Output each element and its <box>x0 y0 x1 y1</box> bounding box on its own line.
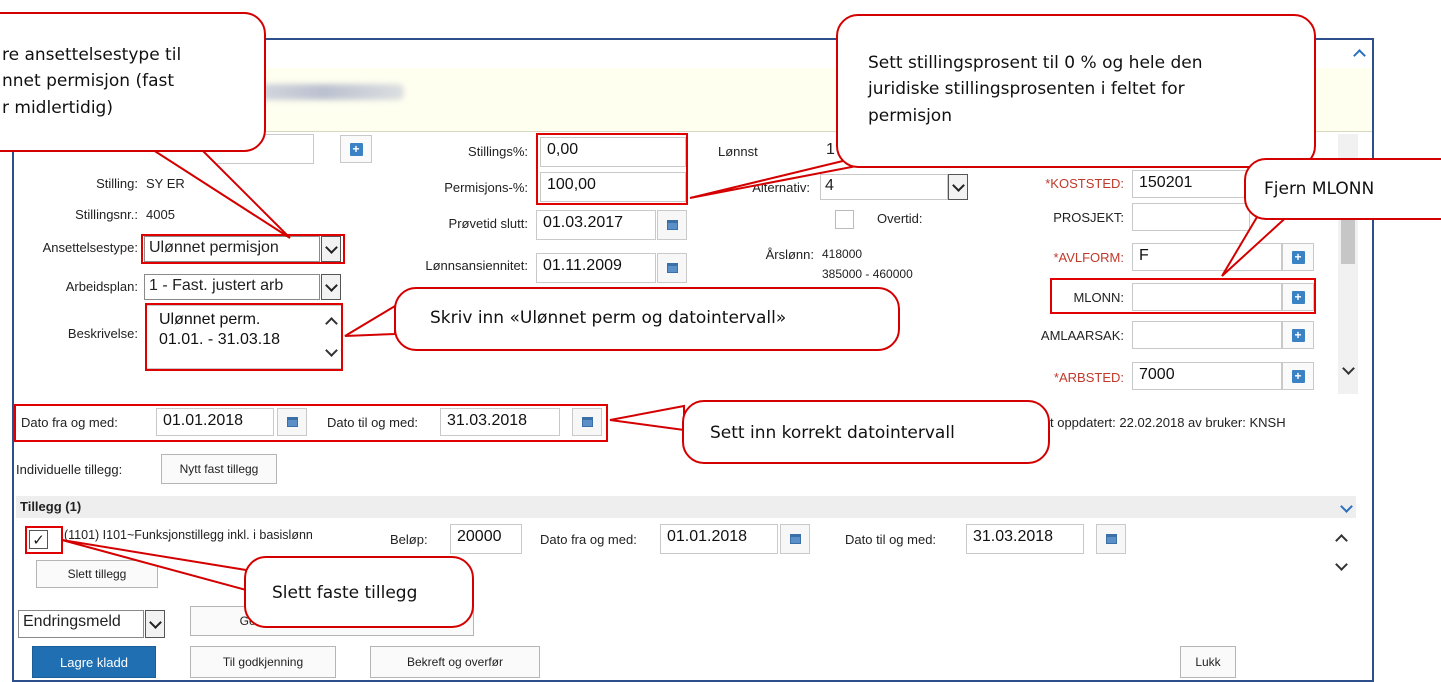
highlight-stillingsprosent <box>536 133 688 205</box>
callout-datointervall: Sett inn korrekt datointervall <box>682 400 1050 464</box>
tillegg-section-header[interactable]: Tillegg (1) <box>16 496 1356 518</box>
chevron-down-icon[interactable] <box>948 174 968 200</box>
arbsted-lookup-button[interactable]: + <box>1282 362 1314 390</box>
endringsmelding-select[interactable]: Endringsmeld <box>18 610 144 638</box>
tillegg-fra-label: Dato fra og med: <box>540 532 637 547</box>
koststed-input[interactable]: 150201 <box>1132 170 1250 198</box>
plus-icon: + <box>1291 250 1305 264</box>
plus-icon: + <box>1291 369 1305 383</box>
bekreft-overfor-button[interactable]: Bekreft og overfør <box>370 646 540 678</box>
stillingsnr-label: Stillingsnr.: <box>75 207 138 222</box>
lonnsansiennitet-label: Lønnsansiennitet: <box>425 258 528 273</box>
chevron-down-icon[interactable] <box>1340 502 1352 514</box>
callout-slett-faste-text: Slett faste tillegg <box>272 583 418 603</box>
overtid-checkbox[interactable] <box>835 210 854 229</box>
highlight-ansettelsestype <box>141 234 345 264</box>
callout-stillingsprosent-line-2: juridiske stillingsprosenten i feltet fo… <box>868 79 1185 100</box>
lonnstrinn-value: 1 <box>826 141 835 158</box>
callout-ansettelsestype-line-2: nnet permisjon (fast <box>2 71 175 92</box>
callout-beskrivelse: Skriv inn «Ulønnet perm og datointervall… <box>394 287 900 351</box>
lukk-button[interactable]: Lukk <box>1180 646 1236 678</box>
koststed-label: *KOSTSTED: <box>1045 176 1124 191</box>
belop-label: Beløp: <box>390 532 428 547</box>
highlight-tillegg-checkbox <box>25 526 63 554</box>
stilling-value: SY ER <box>146 176 185 191</box>
provetid-input[interactable]: 01.03.2017 <box>536 210 656 240</box>
calendar-icon[interactable] <box>1096 524 1126 554</box>
lagre-kladd-button[interactable]: Lagre kladd <box>32 646 156 678</box>
individuelle-tillegg-label: Individuelle tillegg: <box>16 462 123 477</box>
scroll-up-icon[interactable] <box>1335 531 1347 543</box>
amlaarsak-input[interactable] <box>1132 321 1282 349</box>
til-godkjenning-button[interactable]: Til godkjenning <box>190 646 336 678</box>
highlight-mlonn <box>1050 278 1316 314</box>
lonnstrinn-label: Lønnst <box>718 144 758 159</box>
employee-lookup-button[interactable]: + <box>340 135 372 163</box>
arbeidsplan-label: Arbeidsplan: <box>65 279 138 294</box>
scroll-down-icon[interactable] <box>1342 364 1354 376</box>
chevron-down-icon[interactable] <box>145 610 165 638</box>
collapse-window-icon[interactable] <box>1353 46 1365 58</box>
callout-slett-faste: Slett faste tillegg <box>244 556 474 628</box>
avlform-input[interactable]: F <box>1132 243 1282 271</box>
tillegg-fra-input[interactable]: 01.01.2018 <box>660 524 778 554</box>
alternativ-label: Alternativ: <box>752 180 810 195</box>
tillegg-item-label: (1101) I101~Funksjonstillegg inkl. i bas… <box>64 528 313 542</box>
stilling-label: Stilling: <box>96 176 138 191</box>
tillegg-til-label: Dato til og med: <box>845 532 937 547</box>
calendar-icon[interactable] <box>657 253 687 283</box>
chevron-down-icon[interactable] <box>321 274 341 300</box>
sist-oppdatert: t oppdatert: 22.02.2018 av bruker: KNSH <box>1050 415 1286 430</box>
callout-stillingsprosent-line-1: Sett stillingsprosent til 0 % og hele de… <box>868 53 1203 73</box>
highlight-beskrivelse <box>145 303 343 371</box>
prosjekt-input[interactable] <box>1132 203 1250 231</box>
beskrivelse-label: Beskrivelse: <box>67 326 138 341</box>
arbsted-input[interactable]: 7000 <box>1132 362 1282 390</box>
callout-mlonn: Fjern MLONN <box>1244 158 1441 220</box>
ansettelsestype-label: Ansettelsestype: <box>42 240 138 255</box>
alternativ-select[interactable]: 4 <box>820 174 948 200</box>
amlaarsak-label: AMLAARSAK: <box>1040 328 1124 343</box>
avlform-label: *AVLFORM: <box>1053 250 1124 265</box>
slett-tillegg-button[interactable]: Slett tillegg <box>36 560 158 588</box>
callout-stillingsprosent: Sett stillingsprosent til 0 % og hele de… <box>836 14 1316 168</box>
amlaarsak-lookup-button[interactable]: + <box>1282 321 1314 349</box>
overtid-label: Overtid: <box>877 211 923 226</box>
callout-ansettelsestype-line-1: re ansettelsestype til <box>2 45 182 65</box>
highlight-datointervall <box>14 404 608 442</box>
calendar-icon[interactable] <box>657 210 687 240</box>
plus-icon: + <box>1291 328 1305 342</box>
stillingspst-label: Stillings%: <box>468 144 528 159</box>
arbeidsplan-select[interactable]: 1 - Fast. justert arb <box>144 274 320 300</box>
callout-ansettelsestype: re ansettelsestype til nnet permisjon (f… <box>0 12 266 152</box>
lonnsansiennitet-input[interactable]: 01.11.2009 <box>536 253 656 283</box>
arslonn-range: 385000 - 460000 <box>822 267 913 281</box>
tillegg-header-text: Tillegg (1) <box>20 499 82 514</box>
plus-icon: + <box>349 142 363 156</box>
callout-ansettelsestype-line-3: r midlertidig) <box>2 97 113 118</box>
permisjonspst-label: Permisjons-%: <box>444 180 528 195</box>
employee-name-blurred <box>244 84 404 100</box>
nytt-fast-tillegg-button[interactable]: Nytt fast tillegg <box>161 454 277 484</box>
tillegg-til-input[interactable]: 31.03.2018 <box>966 524 1084 554</box>
avlform-lookup-button[interactable]: + <box>1282 243 1314 271</box>
arbsted-label: *ARBSTED: <box>1053 370 1124 385</box>
callout-mlonn-text: Fjern MLONN <box>1264 179 1375 199</box>
provetid-label: Prøvetid slutt: <box>448 216 528 231</box>
arslonn-value: 418000 <box>822 247 863 261</box>
callout-stillingsprosent-line-3: permisjon <box>868 105 952 126</box>
callout-datointervall-text: Sett inn korrekt datointervall <box>710 423 955 443</box>
belop-input[interactable]: 20000 <box>450 524 522 554</box>
prosjekt-label: PROSJEKT: <box>1053 210 1124 225</box>
stillingsnr-value: 4005 <box>146 207 175 222</box>
calendar-icon[interactable] <box>780 524 810 554</box>
callout-beskrivelse-text: Skriv inn «Ulønnet perm og datointervall… <box>430 308 787 328</box>
scroll-down-icon[interactable] <box>1335 560 1347 572</box>
arslonn-label: Årslønn: <box>765 247 814 262</box>
